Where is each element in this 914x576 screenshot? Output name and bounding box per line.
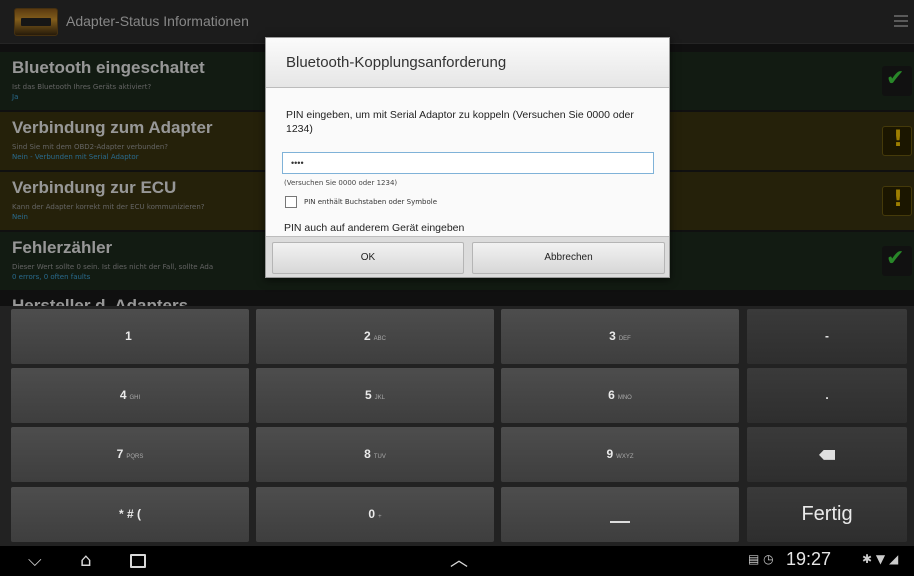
recent-apps-icon[interactable] xyxy=(130,554,146,568)
key-label: 9 xyxy=(606,447,614,461)
key-label: 3 xyxy=(609,329,616,343)
pin-contains-letters-label[interactable]: PIN enthält Buchstaben oder Symbole xyxy=(304,198,437,206)
key-label: 1 xyxy=(125,329,132,343)
home-icon[interactable]: ⌂ xyxy=(80,550,91,572)
key-label: 7 xyxy=(116,447,124,461)
key-label: 4 xyxy=(119,388,127,402)
key-7[interactable]: 7 PQRS xyxy=(11,427,249,482)
cancel-button[interactable]: Abbrechen xyxy=(472,242,665,274)
other-device-instruction: PIN auch auf anderem Gerät eingeben xyxy=(284,222,465,234)
ok-button[interactable]: OK xyxy=(272,242,464,274)
key-label: 2 xyxy=(363,329,371,343)
chevron-up-icon[interactable]: ︿ xyxy=(450,550,468,572)
pin-input[interactable]: •••• xyxy=(282,152,654,174)
space-key[interactable] xyxy=(501,487,739,542)
key-symbols[interactable]: * # ( xyxy=(11,487,249,542)
key-sub-label: PQRS xyxy=(126,454,144,460)
key-2[interactable]: 2 ABC xyxy=(256,309,494,364)
done-key[interactable]: Fertig xyxy=(747,487,907,542)
key-1[interactable]: 1 xyxy=(11,309,249,364)
key-sub-label: TUV xyxy=(373,454,386,460)
backspace-icon xyxy=(819,449,835,460)
key-label: 6 xyxy=(608,388,615,402)
key-5[interactable]: 5 JKL xyxy=(256,368,494,423)
key-label: - xyxy=(825,329,829,343)
key-6[interactable]: 6 MNO xyxy=(501,368,739,423)
system-navigation-bar: ⌵ ⌂ ︿ ▤ ◷ 19:27 ✱ ▼ ◢ xyxy=(0,546,914,576)
key-label: 0 xyxy=(368,507,376,521)
key-label: * # ( xyxy=(118,507,141,521)
key-label: 8 xyxy=(364,447,371,461)
key-sub-label: DEF xyxy=(618,336,631,342)
bluetooth-icon: ✱ xyxy=(862,552,873,566)
key-label: 5 xyxy=(364,388,372,402)
wifi-icon: ▼ xyxy=(875,552,886,566)
key-8[interactable]: 8 TUV xyxy=(256,427,494,482)
key-minus[interactable]: - xyxy=(747,309,907,364)
back-icon[interactable]: ⌵ xyxy=(28,550,42,572)
key-9[interactable]: 9 WXYZ xyxy=(501,427,739,482)
alarm-icon: ◷ xyxy=(763,552,774,566)
notification-icons[interactable]: ▤ ◷ xyxy=(748,552,774,566)
pin-contains-letters-checkbox[interactable] xyxy=(285,196,297,208)
status-icons[interactable]: ✱ ▼ ◢ xyxy=(862,552,898,566)
key-sub-label: + xyxy=(378,514,382,520)
pin-hint: (Versuchen Sie 0000 oder 1234) xyxy=(284,179,398,187)
key-period[interactable]: . xyxy=(747,368,907,423)
key-label: . xyxy=(825,388,829,402)
signal-icon: ◢ xyxy=(888,552,899,566)
numeric-keyboard: 1 2 ABC 3 DEF - 4 GHI 5 JKL 6 MNO . 7 PQRS 8 TU… xyxy=(0,306,914,546)
backspace-key[interactable] xyxy=(747,427,907,482)
notification-icon: ▤ xyxy=(748,552,760,566)
dialog-button-bar: OK Abbrechen xyxy=(266,236,669,277)
key-sub-label: WXYZ xyxy=(616,454,634,460)
key-3[interactable]: 3 DEF xyxy=(501,309,739,364)
clock[interactable]: 19:27 xyxy=(786,549,831,570)
space-bar-icon xyxy=(610,520,630,523)
key-sub-label: MNO xyxy=(617,395,632,401)
bluetooth-pairing-dialog: Bluetooth-Kopplungsanforderung PIN einge… xyxy=(265,37,670,278)
key-sub-label: GHI xyxy=(129,395,141,401)
dialog-title: Bluetooth-Kopplungsanforderung xyxy=(286,54,507,71)
key-sub-label: JKL xyxy=(374,395,386,401)
key-0[interactable]: 0 + xyxy=(256,487,494,542)
dialog-header: Bluetooth-Kopplungsanforderung xyxy=(266,38,669,88)
key-sub-label: ABC xyxy=(373,336,387,342)
key-4[interactable]: 4 GHI xyxy=(11,368,249,423)
dialog-message: PIN eingeben, um mit Serial Adaptor zu k… xyxy=(286,109,634,135)
